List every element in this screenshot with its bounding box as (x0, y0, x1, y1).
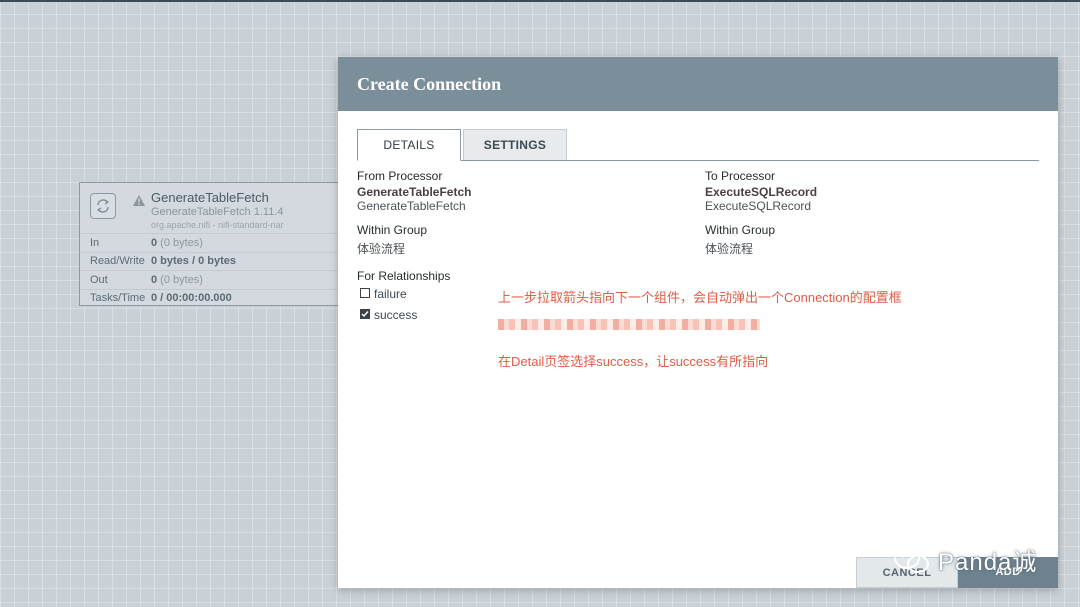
annotation-note-1: 上一步拉取箭头指向下一个组件，会自动弹出一个Connection的配置框 (498, 290, 902, 305)
processor-type: GenerateTableFetch 1.11.4 (151, 206, 284, 218)
from-group-label: Within Group (357, 223, 428, 237)
warning-icon[interactable] (132, 194, 146, 207)
wechat-logo-icon (894, 546, 929, 573)
stat-label: Out (90, 273, 108, 286)
to-processor-type: ExecuteSQLRecord (705, 199, 812, 213)
to-group-label: Within Group (705, 223, 776, 237)
watermark-text: Panda诚 (938, 549, 1038, 576)
processor-bundle: org.apache.nifi - nifi-standard-nar (151, 220, 284, 230)
check-icon (361, 311, 369, 318)
stat-row-out: Out 0 (0 bytes) (80, 270, 350, 289)
create-connection-dialog: Create Connection DETAILS SETTINGS From … (338, 57, 1058, 588)
stat-value: 0 / 00:00:00.000 (151, 292, 232, 305)
refresh-icon (96, 199, 110, 213)
to-processor-name: ExecuteSQLRecord (705, 185, 818, 199)
annotation-note-3: 在Detail页签选择success，让success有所指向 (498, 354, 769, 369)
watermark: Panda诚 (892, 542, 1037, 577)
success-checkbox[interactable] (360, 309, 370, 319)
to-group-value: 体验流程 (705, 242, 754, 256)
failure-checkbox[interactable] (360, 288, 370, 298)
failure-label[interactable]: failure (374, 287, 407, 301)
blurred-annotation (498, 319, 760, 330)
tab-settings[interactable]: SETTINGS (463, 129, 567, 160)
processor-card[interactable]: GenerateTableFetch GenerateTableFetch 1.… (79, 182, 351, 306)
success-label[interactable]: success (374, 308, 417, 322)
dialog-tabs: DETAILS SETTINGS (357, 129, 1039, 161)
to-processor-label: To Processor (705, 169, 776, 183)
top-edge (0, 0, 1080, 2)
from-processor-label: From Processor (357, 169, 443, 183)
stat-row-in: In 0 (0 bytes) (80, 233, 350, 252)
stat-value: 0 bytes / 0 bytes (151, 255, 236, 268)
tab-details[interactable]: DETAILS (357, 129, 461, 161)
stat-label: Read/Write (90, 255, 145, 268)
relationships-label: For Relationships (357, 269, 451, 283)
stat-row-read-write: Read/Write 0 bytes / 0 bytes (80, 251, 350, 271)
dialog-title: Create Connection (338, 57, 1058, 111)
processor-icon (90, 193, 116, 219)
stat-row-tasks-time: Tasks/Time 0 / 00:00:00.000 (80, 288, 350, 308)
processor-name: GenerateTableFetch (151, 190, 269, 205)
stat-value: 0 (0 bytes) (151, 236, 203, 249)
from-processor-name: GenerateTableFetch (357, 185, 472, 199)
processor-stats: In 0 (0 bytes) Read/Write 0 bytes / 0 by… (80, 233, 350, 307)
from-processor-type: GenerateTableFetch (357, 199, 466, 213)
from-group-value: 体验流程 (357, 242, 406, 256)
stat-value: 0 (0 bytes) (151, 273, 203, 286)
stat-label: In (90, 236, 100, 249)
stat-label: Tasks/Time (90, 292, 146, 305)
